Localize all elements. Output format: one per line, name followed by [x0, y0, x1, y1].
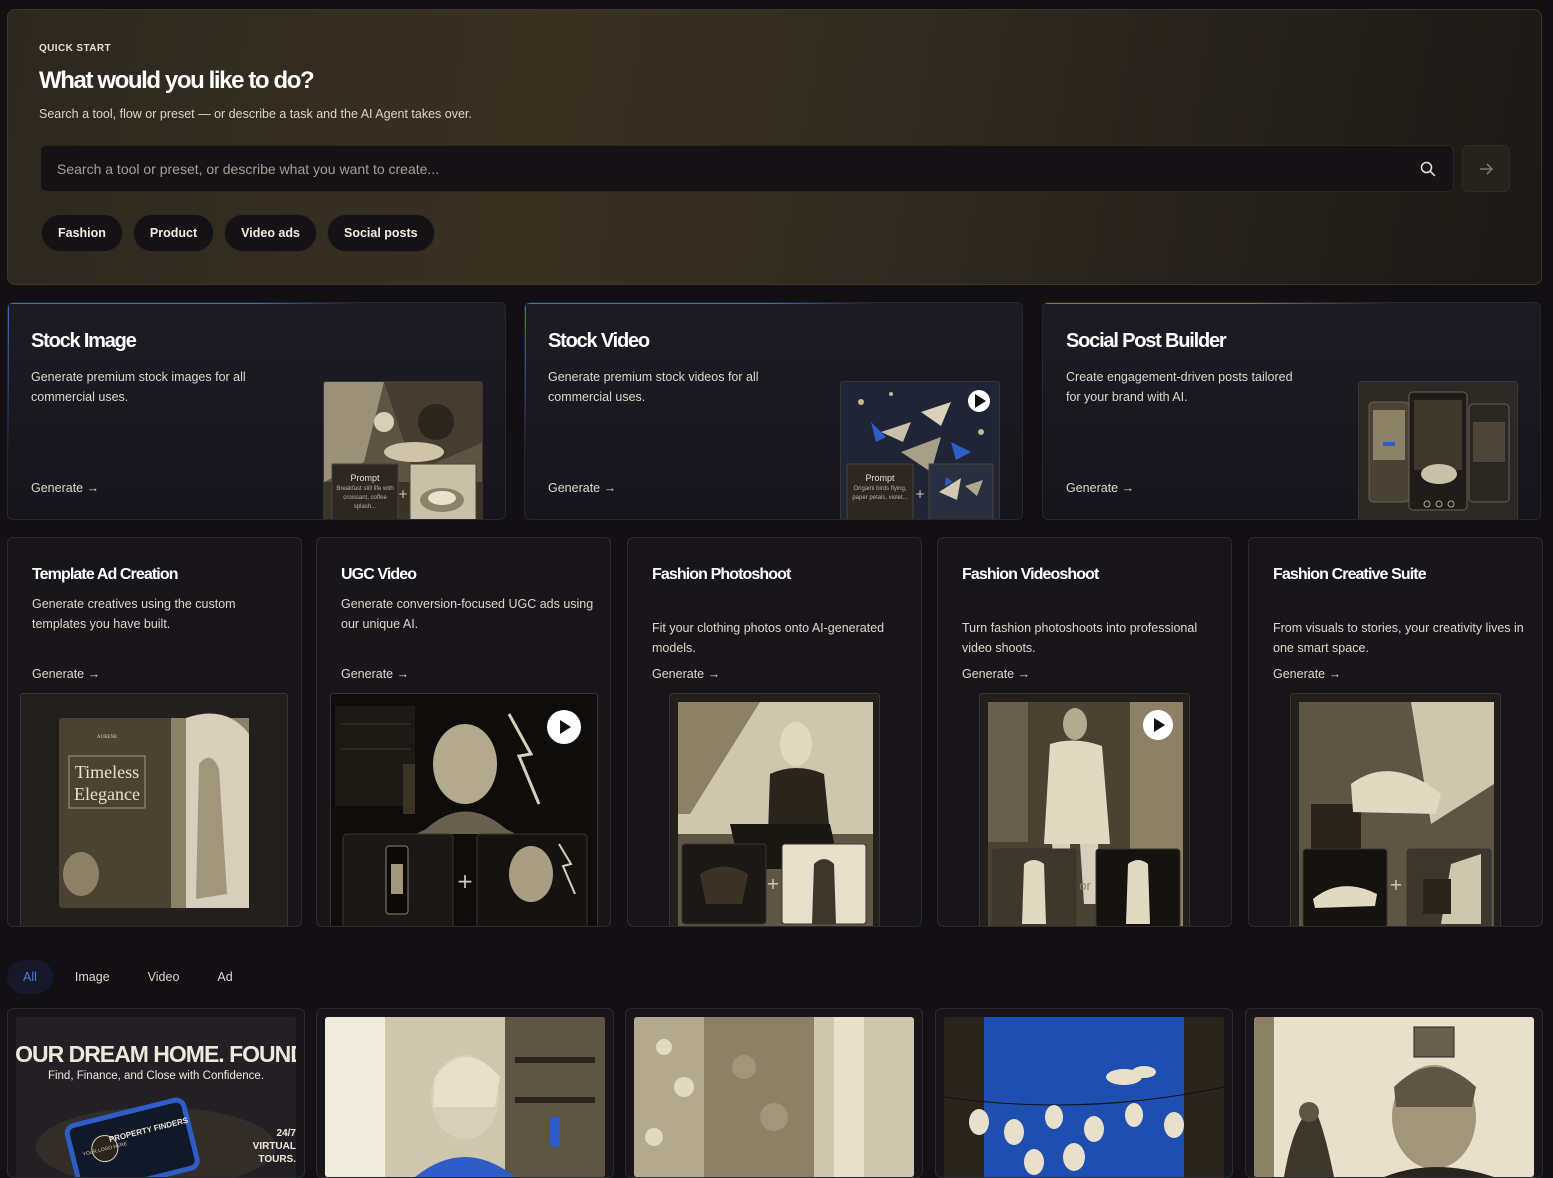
gallery-thumbnail: YOUR DREAM HOME. FOUND. Find, Finance, a…: [16, 1017, 296, 1177]
generate-link[interactable]: Generate →: [1066, 481, 1134, 495]
search-icon[interactable]: [1419, 160, 1437, 178]
card-accent-line: [8, 303, 356, 304]
card-title: UGC Video: [341, 566, 417, 583]
tab-ad[interactable]: Ad: [201, 960, 248, 994]
prompt-text: Origami birds flying, paper petals, viol…: [852, 486, 908, 501]
generate-link[interactable]: Generate →: [32, 667, 100, 681]
fashion-videoshoot-preview: or: [979, 693, 1190, 926]
template-headline-2: Elegance: [74, 784, 140, 804]
gallery-item[interactable]: YOUR DREAM HOME. FOUND. Find, Finance, a…: [7, 1008, 305, 1178]
card-accent-line: [8, 303, 9, 455]
chip-product[interactable]: Product: [132, 214, 215, 252]
filter-tabs: All Image Video Ad: [7, 960, 249, 994]
card-description: Fit your clothing photos onto AI-generat…: [652, 621, 885, 655]
gallery-item[interactable]: [316, 1008, 614, 1178]
card-title: Fashion Videoshoot: [962, 566, 1099, 583]
feature-card-social-post-builder[interactable]: Social Post Builder Create engagement-dr…: [1042, 302, 1541, 520]
generate-link[interactable]: Generate →: [31, 481, 99, 495]
chip-video-ads[interactable]: Video ads: [224, 214, 317, 252]
card-accent-line: [1043, 303, 1391, 304]
arrow-right-icon: [1480, 163, 1493, 174]
play-icon[interactable]: [968, 390, 990, 412]
card-title: Fashion Photoshoot: [652, 566, 791, 583]
card-description: Generate premium stock videos for all co…: [548, 370, 759, 404]
quick-start-subtitle: Search a tool, flow or preset — or descr…: [39, 107, 472, 121]
chip-fashion[interactable]: Fashion: [41, 214, 123, 252]
page-title: What would you like to do?: [39, 67, 315, 94]
plus-icon: +: [457, 869, 474, 893]
chip-social-posts[interactable]: Social posts: [326, 214, 435, 252]
card-accent-line: [525, 303, 873, 304]
quick-start-panel: QUICK START What would you like to do? S…: [7, 9, 1542, 285]
ad-headline: YOUR DREAM HOME. FOUND.: [16, 1041, 296, 1067]
card-description: Turn fashion photoshoots into profession…: [962, 621, 1198, 655]
play-icon[interactable]: [547, 710, 581, 744]
generate-link[interactable]: Generate →: [548, 481, 616, 495]
gallery-thumbnail: [944, 1017, 1224, 1177]
or-label: or: [1079, 878, 1091, 893]
card-accent-line: [525, 303, 526, 455]
plus-icon: +: [1389, 875, 1402, 894]
tab-image[interactable]: Image: [59, 960, 126, 994]
prompt-label: Prompt: [350, 473, 380, 483]
feature-card-stock-video[interactable]: Stock Video Generate premium stock video…: [524, 302, 1023, 520]
tool-card-fashion-videoshoot[interactable]: Fashion Videoshoot Turn fashion photosho…: [937, 537, 1232, 927]
gallery-thumbnail: [1254, 1017, 1534, 1177]
search-bar: [40, 145, 1454, 192]
card-description: Generate conversion-focused UGC ads usin…: [341, 597, 594, 631]
generate-link[interactable]: Generate →: [1273, 667, 1341, 681]
card-title: Fashion Creative Suite: [1273, 566, 1427, 583]
tool-card-fashion-photoshoot[interactable]: Fashion Photoshoot Fit your clothing pho…: [627, 537, 922, 927]
social-post-preview: [1358, 381, 1518, 519]
gallery-item[interactable]: [625, 1008, 923, 1178]
tab-all[interactable]: All: [7, 960, 53, 994]
play-icon[interactable]: [1143, 710, 1173, 740]
generate-link[interactable]: Generate →: [652, 667, 720, 681]
tool-card-fashion-creative-suite[interactable]: Fashion Creative Suite From visuals to s…: [1248, 537, 1543, 927]
gallery-item[interactable]: [935, 1008, 1233, 1178]
generate-link[interactable]: Generate →: [962, 667, 1030, 681]
card-description: Generate creatives using the custom temp…: [32, 597, 236, 631]
card-title: Template Ad Creation: [32, 566, 178, 583]
plus-icon: +: [915, 487, 925, 501]
ad-subline: Find, Finance, and Close with Confidence…: [48, 1070, 264, 1082]
tool-card-ugc-video[interactable]: UGC Video Generate conversion-focused UG…: [316, 537, 611, 927]
ugc-video-preview: +: [330, 693, 598, 926]
fashion-photoshoot-preview: +: [669, 693, 880, 926]
feature-card-stock-image[interactable]: Stock Image Generate premium stock image…: [7, 302, 506, 520]
prompt-label: Prompt: [865, 473, 895, 483]
plus-icon: +: [398, 487, 408, 501]
template-brand: AURENE: [97, 735, 117, 740]
tab-video[interactable]: Video: [132, 960, 196, 994]
fashion-creative-suite-preview: +: [1290, 693, 1501, 926]
template-headline-1: Timeless: [75, 762, 139, 782]
stock-video-preview: Prompt Origami birds flying, paper petal…: [840, 381, 1000, 519]
card-title: Social Post Builder: [1066, 330, 1227, 352]
card-title: Stock Video: [548, 330, 650, 352]
plus-icon: +: [766, 874, 779, 893]
card-description: Generate premium stock images for all co…: [31, 370, 246, 404]
template-ad-preview: AURENE Timeless Elegance: [20, 693, 288, 926]
submit-button[interactable]: [1462, 145, 1510, 192]
quick-start-chips: Fashion Product Video ads Social posts: [41, 214, 435, 252]
card-description: From visuals to stories, your creativity…: [1273, 621, 1524, 655]
card-description: Create engagement-driven posts tailored …: [1066, 370, 1293, 404]
generate-link[interactable]: Generate →: [341, 667, 409, 681]
tool-card-template-ad-creation[interactable]: Template Ad Creation Generate creatives …: [7, 537, 302, 927]
prompt-text: Breakfast still life with croissant, cof…: [336, 486, 394, 510]
card-title: Stock Image: [31, 330, 137, 352]
gallery-thumbnail: [325, 1017, 605, 1177]
search-input[interactable]: [41, 146, 1453, 191]
ad-badge: 24/7 VIRTUAL TOURS.: [252, 1128, 296, 1165]
stock-image-preview: Prompt Breakfast still life with croissa…: [323, 381, 483, 519]
gallery-thumbnail: [634, 1017, 914, 1177]
quick-start-eyebrow: QUICK START: [39, 43, 111, 54]
gallery-item[interactable]: [1245, 1008, 1543, 1178]
